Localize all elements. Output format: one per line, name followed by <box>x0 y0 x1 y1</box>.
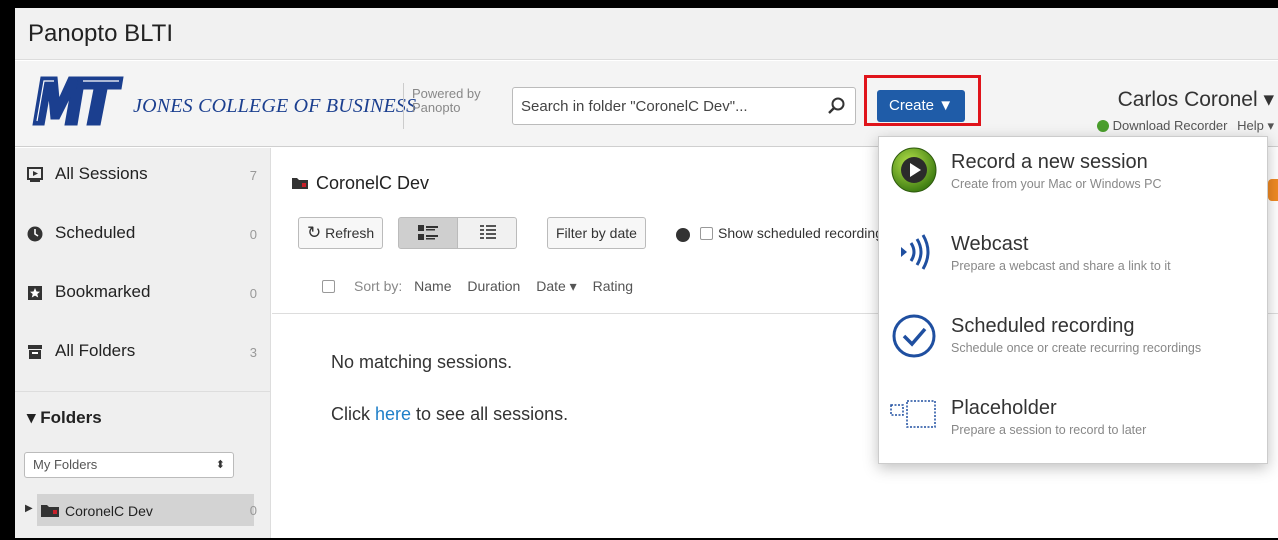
refresh-icon: ↻ <box>307 223 322 242</box>
mt-logo-icon <box>32 76 124 126</box>
sidebar-item-count: 0 <box>249 286 257 301</box>
details-view-button[interactable] <box>398 217 458 249</box>
archive-icon <box>28 345 42 359</box>
sidebar-item-count: 7 <box>249 168 257 183</box>
sort-by-label: Sort by: <box>354 278 403 294</box>
folder-select[interactable]: My Folders ⬍ <box>24 452 234 478</box>
powered-by-name: Panopto <box>412 100 461 115</box>
sidebar-item-label: All Folders <box>55 341 136 360</box>
menu-item-webcast[interactable]: Webcast Prepare a webcast and share a li… <box>879 219 1269 301</box>
see-all-sessions-link[interactable]: here <box>375 404 411 424</box>
menu-item-scheduled-recording[interactable]: Scheduled recording Schedule once or cre… <box>879 301 1269 383</box>
clock-icon <box>27 226 43 242</box>
sidebar-item-bookmarked[interactable]: Bookmarked 0 <box>15 266 271 322</box>
sidebar-item-count: 0 <box>249 227 257 242</box>
tree-item-coronelc-dev[interactable]: ▶ CoronelC Dev 0 <box>15 494 271 526</box>
scheduled-check-icon <box>892 314 936 358</box>
refresh-button[interactable]: ↻ Refresh <box>298 217 384 249</box>
tree-item-label: CoronelC Dev <box>65 503 153 519</box>
menu-item-title: Webcast <box>951 233 1029 255</box>
rss-icon[interactable] <box>1268 179 1278 201</box>
refresh-label: Refresh <box>325 225 375 241</box>
help-link[interactable]: Help ▾ <box>1237 118 1274 133</box>
menu-item-subtitle: Schedule once or create recurring record… <box>951 341 1202 355</box>
play-square-icon <box>27 167 43 182</box>
sidebar: All Sessions 7 Scheduled 0 Bookmarked 0 … <box>15 148 271 538</box>
filter-by-date-button[interactable]: Filter by date <box>547 217 646 249</box>
powered-by: Powered by Panopto <box>412 87 492 115</box>
sidebar-item-count: 3 <box>249 345 257 360</box>
sidebar-divider <box>15 391 271 392</box>
see-all-sessions-text: Click here to see all sessions. <box>331 404 568 425</box>
bookmark-icon <box>28 286 42 300</box>
user-menu[interactable]: Carlos Coronel ▾ <box>1118 87 1274 112</box>
sidebar-item-scheduled[interactable]: Scheduled 0 <box>15 207 271 263</box>
powered-by-label: Powered by <box>412 86 481 101</box>
webcast-icon <box>901 234 930 270</box>
sort-date[interactable]: Date ▾ <box>536 278 577 294</box>
download-recorder-link[interactable]: Download Recorder <box>1113 118 1228 133</box>
list-view-button[interactable] <box>457 217 517 249</box>
sort-name[interactable]: Name <box>414 278 451 294</box>
page-title: Panopto BLTI <box>28 20 173 47</box>
placeholder-icon <box>890 400 936 428</box>
menu-item-subtitle: Prepare a session to record to later <box>951 423 1147 437</box>
click-suffix: to see all sessions. <box>411 404 569 424</box>
click-prefix: Click <box>331 404 375 424</box>
sidebar-item-all-folders[interactable]: All Folders 3 <box>15 325 271 381</box>
sidebar-item-label: Bookmarked <box>55 282 151 301</box>
sidebar-item-all-sessions[interactable]: All Sessions 7 <box>15 148 271 204</box>
header: JONES COLLEGE OF BUSINESS Powered by Pan… <box>15 61 1278 147</box>
list-view-icon <box>480 225 496 239</box>
search-icon[interactable] <box>827 96 847 116</box>
menu-item-title: Scheduled recording <box>951 315 1135 337</box>
empty-message: No matching sessions. <box>331 352 513 372</box>
title-bar: Panopto BLTI <box>15 8 1278 60</box>
sidebar-item-label: All Sessions <box>55 164 148 183</box>
sidebar-item-label: Scheduled <box>55 223 136 242</box>
create-button[interactable]: Create ▼ <box>877 90 965 122</box>
create-menu: Record a new session Create from your Ma… <box>878 136 1268 464</box>
updown-icon: ⬍ <box>215 459 225 471</box>
folders-heading[interactable]: ▾ Folders <box>27 408 102 428</box>
menu-item-placeholder[interactable]: Placeholder Prepare a session to record … <box>879 383 1269 465</box>
menu-item-subtitle: Prepare a webcast and share a link to it <box>951 259 1171 273</box>
menu-item-title: Record a new session <box>951 151 1148 173</box>
select-all-checkbox[interactable] <box>322 280 335 293</box>
folder-title: CoronelC Dev <box>292 173 429 194</box>
search-input[interactable] <box>521 88 821 124</box>
app-frame: Panopto BLTI JONES COLLEGE OF BUSINESS P… <box>15 8 1278 538</box>
menu-item-subtitle: Create from your Mac or Windows PC <box>951 177 1162 191</box>
expand-icon[interactable]: ▶ <box>25 503 33 514</box>
sort-bar: Sort by: Name Duration Date ▾ Rating <box>354 278 645 295</box>
download-icon <box>1096 120 1109 132</box>
details-view-icon <box>418 225 438 240</box>
user-links: Download Recorder Help ▾ <box>1096 118 1274 134</box>
folder-title-text: CoronelC Dev <box>316 173 430 193</box>
tree-item-count: 0 <box>249 503 257 518</box>
menu-item-record-new-session[interactable]: Record a new session Create from your Ma… <box>879 137 1269 219</box>
sort-rating[interactable]: Rating <box>593 278 633 294</box>
record-play-icon <box>891 147 937 193</box>
brand-text: JONES COLLEGE OF BUSINESS <box>133 95 417 117</box>
folder-icon <box>41 505 59 517</box>
clock-icon <box>676 228 690 242</box>
divider <box>403 83 404 129</box>
show-scheduled-checkbox[interactable] <box>700 227 713 240</box>
search-box <box>512 87 856 125</box>
sort-duration[interactable]: Duration <box>467 278 520 294</box>
menu-item-title: Placeholder <box>951 397 1057 419</box>
folder-icon <box>292 178 308 189</box>
show-scheduled-label: Show scheduled recordings <box>718 225 890 241</box>
folder-select-value: My Folders <box>33 457 98 472</box>
